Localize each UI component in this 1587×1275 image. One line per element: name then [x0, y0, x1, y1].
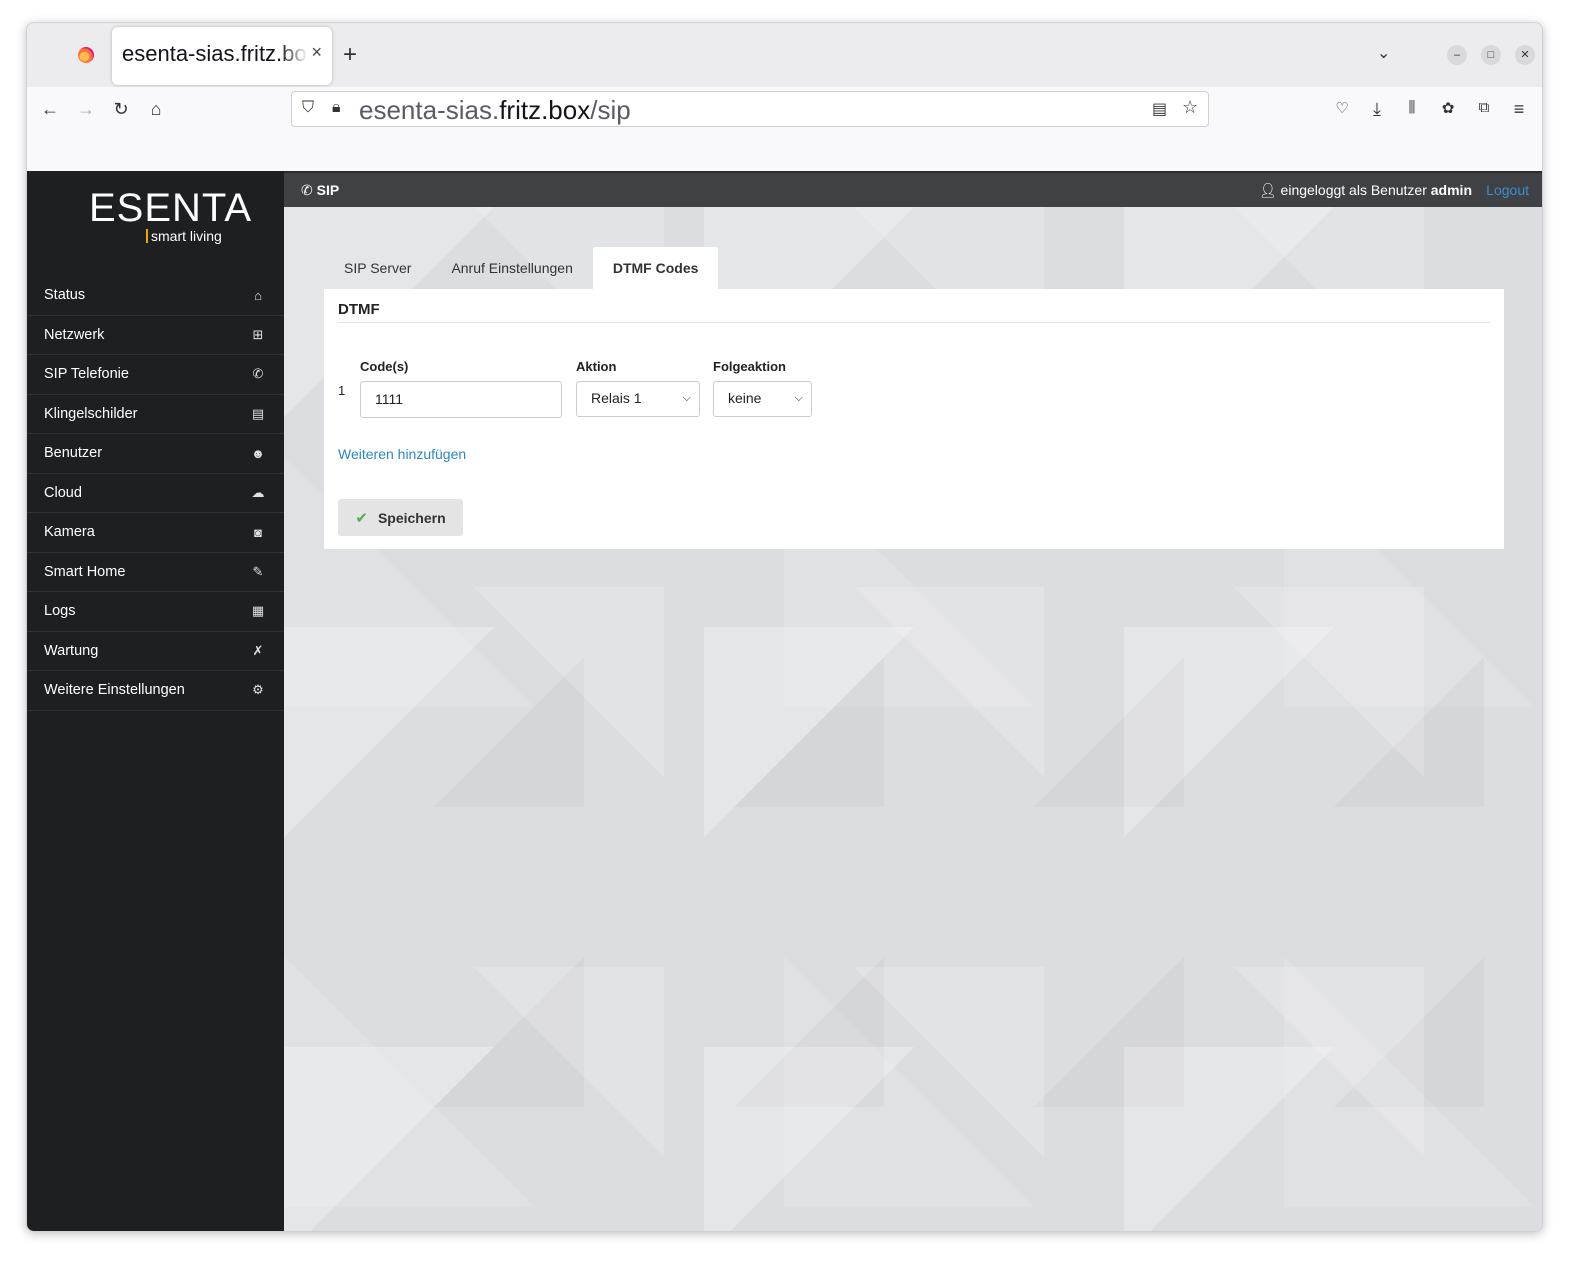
- page-title: ✆ SIP: [301, 182, 340, 198]
- library-icon[interactable]: ⫼: [1400, 99, 1424, 116]
- reader-view-icon[interactable]: ▤: [1152, 99, 1167, 119]
- add-more-link[interactable]: Weiteren hinzufügen: [338, 446, 466, 462]
- sidebar-item-weitere-einstellungen[interactable]: Weitere Einstellungen ⚙: [27, 671, 284, 711]
- tab-anruf-einstellungen[interactable]: Anruf Einstellungen: [431, 247, 592, 289]
- tab-bar: SIP Server Anruf Einstellungen DTMF Code…: [324, 247, 719, 289]
- sidebar-item-wartung[interactable]: Wartung ✗: [27, 632, 284, 671]
- browser-tab[interactable]: esenta-sias.fritz.box/sip ×: [112, 27, 332, 85]
- magic-icon: ✎: [252, 563, 264, 579]
- tab-strip: esenta-sias.fritz.box/sip × + ⌄ – □ ✕: [27, 23, 1542, 87]
- gears-icon: ⚙: [252, 682, 264, 698]
- tab-dtmf-codes[interactable]: DTMF Codes: [592, 247, 719, 289]
- close-window-icon[interactable]: ✕: [1515, 45, 1535, 65]
- puzzle-icon[interactable]: ⧉: [1472, 99, 1496, 116]
- logo-main: ESENTA: [89, 186, 253, 230]
- browser-window: esenta-sias.fritz.box/sip × + ⌄ – □ ✕ ← …: [26, 22, 1543, 1232]
- follow-action-select[interactable]: keine ⌵: [713, 381, 812, 417]
- url-text[interactable]: esenta-sias.fritz.box/sip: [359, 95, 631, 126]
- user-icon: 👤︎: [1258, 182, 1281, 198]
- action-select[interactable]: Relais 1 ⌵: [576, 381, 700, 417]
- follow-action-label: Folgeaktion: [713, 359, 786, 374]
- main-content: SIP Server Anruf Einstellungen DTMF Code…: [284, 207, 1542, 1231]
- wrench-icon: ✗: [252, 642, 264, 658]
- divider: [338, 322, 1490, 323]
- forward-icon[interactable]: →: [74, 99, 98, 120]
- download-icon[interactable]: ⤓: [1365, 99, 1389, 120]
- new-tab-icon[interactable]: +: [343, 41, 357, 69]
- home-icon: ⌂: [254, 287, 262, 303]
- sidebar-item-cloud[interactable]: Cloud ☁: [27, 474, 284, 513]
- check-icon: ✔: [355, 509, 368, 527]
- chevron-down-icon[interactable]: ⌄: [1377, 43, 1390, 63]
- sidebar-item-benutzer[interactable]: Benutzer ☻: [27, 434, 284, 474]
- nav-bar: ← → ↻ ⌂ ⛉ 🔒︎ esenta-sias.fritz.box/sip ▤…: [27, 87, 1542, 171]
- calendar-icon: ▦: [251, 603, 265, 619]
- panel-title: DTMF: [338, 301, 380, 318]
- reload-icon[interactable]: ↻: [109, 99, 133, 120]
- firefox-icon: [78, 47, 94, 63]
- sidebar-item-smart-home[interactable]: Smart Home ✎: [27, 553, 284, 592]
- tab-sip-server[interactable]: SIP Server: [324, 247, 431, 289]
- codes-label: Code(s): [360, 359, 409, 374]
- row-number: 1: [338, 383, 346, 398]
- logo[interactable]: ESENTA smart living: [89, 186, 253, 243]
- sidebar-menu: Status ⌂ Netzwerk ⊞ SIP Telefonie ✆ Klingel…: [27, 276, 284, 711]
- home-icon[interactable]: ⌂: [144, 99, 168, 120]
- phone-icon: ✆: [252, 366, 264, 382]
- chevron-down-icon: ⌵: [794, 392, 803, 404]
- action-label: Aktion: [576, 359, 617, 374]
- sidebar-item-kamera[interactable]: Kamera ◙: [27, 513, 284, 553]
- sidebar-item-status[interactable]: Status ⌂: [27, 276, 284, 316]
- logout-link[interactable]: Logout: [1486, 182, 1529, 198]
- sidebar-item-logs[interactable]: Logs ▦: [27, 592, 284, 632]
- phone-icon: ✆: [301, 182, 317, 198]
- sidebar: ESENTA smart living Status ⌂ Netzwerk ⊞ SI…: [27, 171, 284, 1231]
- dtmf-panel: DTMF Code(s) Aktion Folgeaktion 1 1111 R…: [324, 289, 1504, 549]
- book-icon: ▤: [251, 405, 265, 421]
- code-input[interactable]: 1111: [360, 381, 562, 418]
- sidebar-item-netzwerk[interactable]: Netzwerk ⊞: [27, 316, 284, 355]
- maximize-icon[interactable]: □: [1481, 45, 1501, 65]
- logo-sub: smart living: [146, 229, 222, 243]
- back-icon[interactable]: ←: [38, 99, 62, 120]
- url-bar[interactable]: ⛉ 🔒︎ esenta-sias.fritz.box/sip ▤ ☆: [291, 91, 1209, 127]
- sitemap-icon: ⊞: [252, 326, 264, 342]
- close-tab-icon[interactable]: ×: [311, 42, 322, 63]
- menu-icon[interactable]: ≡: [1507, 99, 1531, 120]
- extension-icon[interactable]: ✿: [1436, 99, 1460, 117]
- top-bar: ✆ SIP 👤︎ eingeloggt als Benutzer admin L…: [284, 171, 1542, 207]
- save-button[interactable]: ✔ Speichern: [338, 499, 463, 536]
- cloud-icon: ☁: [251, 484, 265, 500]
- logged-in-user: 👤︎ eingeloggt als Benutzer admin: [1258, 182, 1472, 198]
- tab-title: esenta-sias.fritz.box/sip: [122, 41, 308, 66]
- chevron-down-icon: ⌵: [682, 392, 691, 404]
- shield-icon[interactable]: ⛉: [302, 99, 314, 117]
- sidebar-item-klingelschilder[interactable]: Klingelschilder ▤: [27, 395, 284, 434]
- users-icon: ☻: [251, 445, 265, 461]
- minimize-icon[interactable]: –: [1447, 45, 1467, 65]
- sidebar-item-sip-telefonie[interactable]: SIP Telefonie ✆: [27, 355, 284, 395]
- camera-icon: ◙: [254, 524, 262, 540]
- pocket-icon[interactable]: ♡: [1330, 99, 1354, 117]
- bookmark-star-icon[interactable]: ☆: [1182, 97, 1198, 118]
- lock-icon[interactable]: 🔒︎: [332, 99, 341, 117]
- app: ESENTA smart living Status ⌂ Netzwerk ⊞ SI…: [27, 171, 1542, 1231]
